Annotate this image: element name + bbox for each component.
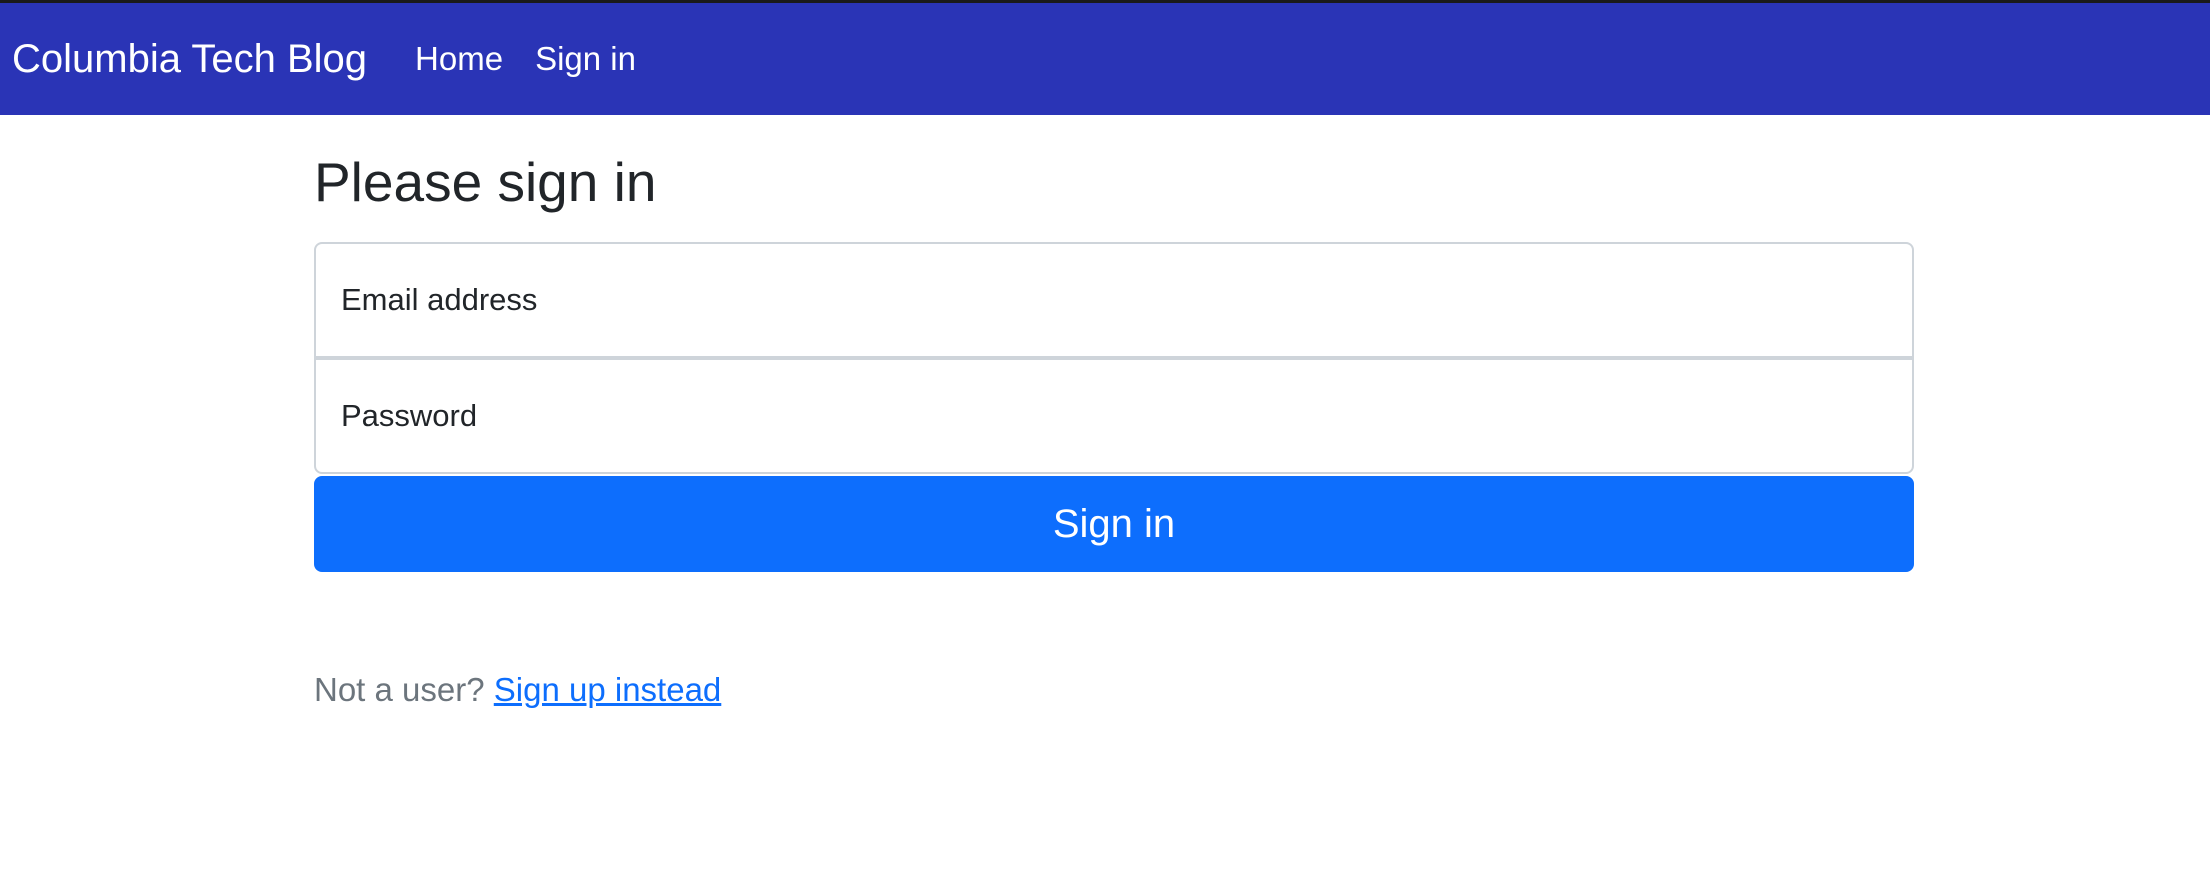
email-field-label: Email address (341, 282, 538, 317)
page-title: Please sign in (314, 151, 657, 213)
password-field[interactable]: Password (314, 358, 1914, 474)
signup-prompt-text: Not a user? (314, 671, 485, 708)
sign-up-link[interactable]: Sign up instead (494, 671, 722, 708)
nav-link-sign-in[interactable]: Sign in (535, 40, 636, 78)
sign-in-button[interactable]: Sign in (314, 476, 1914, 572)
sign-in-form: Email address Password Sign in (314, 242, 1914, 572)
email-field[interactable]: Email address (314, 242, 1914, 358)
signup-prompt-line: Not a user? Sign up instead (314, 671, 721, 709)
nav-link-home[interactable]: Home (415, 40, 503, 78)
brand-link[interactable]: Columbia Tech Blog (12, 37, 367, 82)
navbar: Columbia Tech Blog Home Sign in (0, 3, 2210, 115)
password-field-label: Password (341, 398, 478, 433)
